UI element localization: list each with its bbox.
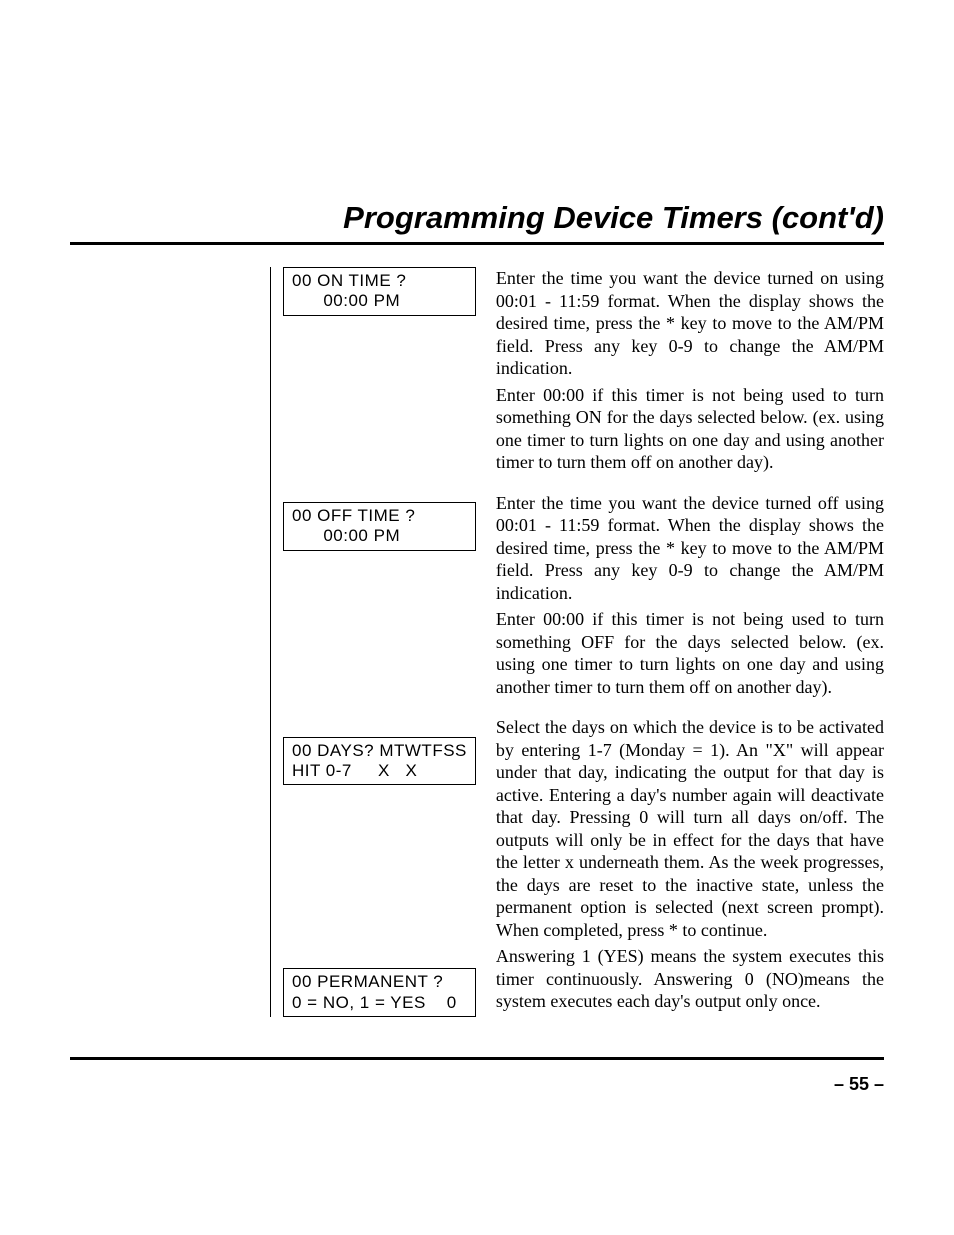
on-time-para-1: Enter the time you want the device turne… — [496, 267, 884, 380]
page-number: – 55 – — [70, 1074, 884, 1095]
title-rule — [70, 242, 884, 245]
on-time-para-2: Enter 00:00 if this timer is not being u… — [496, 384, 884, 474]
spacer — [283, 551, 476, 737]
description-column: Enter the time you want the device turne… — [496, 267, 884, 1017]
off-time-para-1: Enter the time you want the device turne… — [496, 492, 884, 605]
spacer — [496, 702, 884, 716]
main-content: 00 ON TIME ? 00:00 PM 00 OFF TIME ? 00:0… — [271, 267, 884, 1017]
off-time-para-2: Enter 00:00 if this timer is not being u… — [496, 608, 884, 698]
lcd-display-days: 00 DAYS? MTWTFSS HIT 0-7 X X — [283, 737, 476, 786]
page-title: Programming Device Timers (cont'd) — [70, 200, 884, 236]
spacer — [283, 785, 476, 968]
spacer — [496, 478, 884, 492]
bottom-rule — [70, 1057, 884, 1060]
left-margin-rail — [70, 267, 271, 1017]
days-para: Select the days on which the device is t… — [496, 716, 884, 941]
lcd-display-on-time: 00 ON TIME ? 00:00 PM — [283, 267, 476, 316]
lcd-display-off-time: 00 OFF TIME ? 00:00 PM — [283, 502, 476, 551]
content-columns: 00 ON TIME ? 00:00 PM 00 OFF TIME ? 00:0… — [70, 267, 884, 1017]
lcd-column: 00 ON TIME ? 00:00 PM 00 OFF TIME ? 00:0… — [283, 267, 476, 1017]
page: Programming Device Timers (cont'd) 00 ON… — [0, 0, 954, 1235]
lcd-display-permanent: 00 PERMANENT ? 0 = NO, 1 = YES 0 — [283, 968, 476, 1017]
permanent-para: Answering 1 (YES) means the system execu… — [496, 945, 884, 1013]
spacer — [283, 316, 476, 502]
